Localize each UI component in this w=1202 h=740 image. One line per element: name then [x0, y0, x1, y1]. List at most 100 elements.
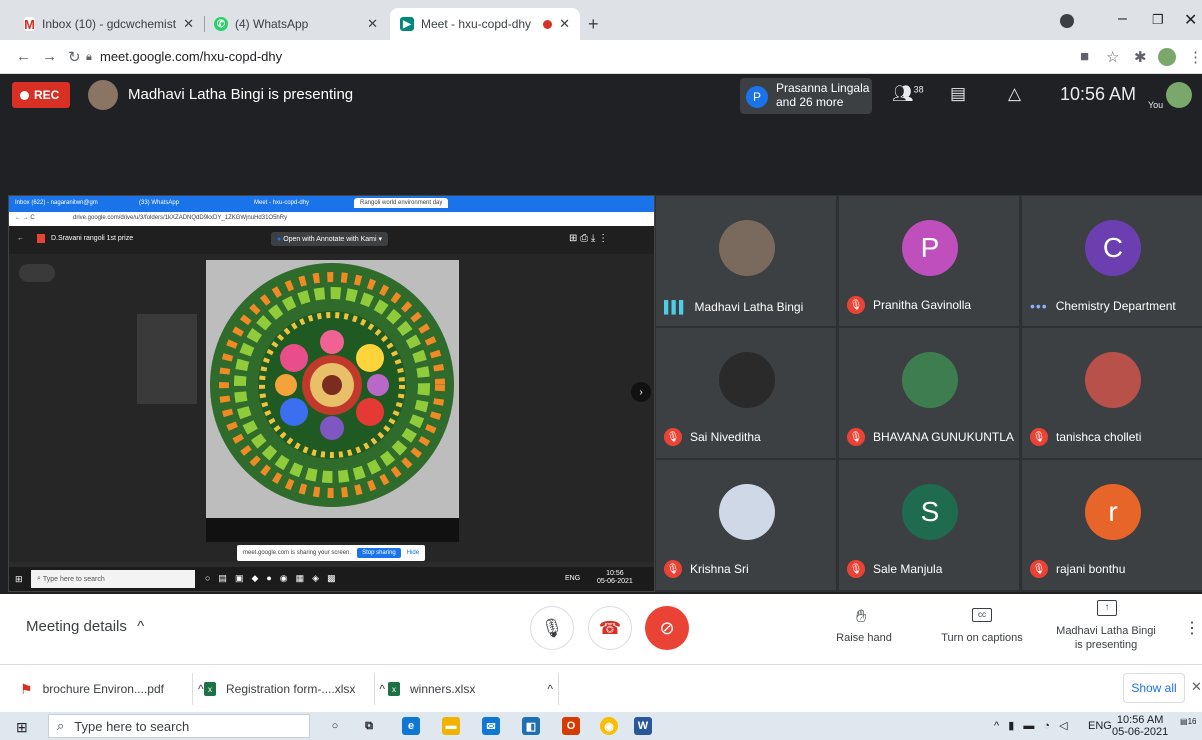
- search-icon: ⌕: [57, 718, 65, 733]
- people-icon[interactable]: 👥︎38: [892, 84, 924, 104]
- bookmark-star-icon[interactable]: ☆: [1106, 48, 1119, 66]
- chevron-up-icon[interactable]: ^: [547, 682, 553, 696]
- participant-tile[interactable]: P 🎙︎ Pranitha Gavinolla: [838, 195, 1020, 327]
- extensions-icon[interactable]: ✱: [1134, 48, 1147, 66]
- close-tab-icon[interactable]: ✕: [367, 16, 378, 32]
- chevron-up-icon[interactable]: ^: [379, 682, 385, 696]
- shared-taskbar-search: ⌕ Type here to search: [31, 570, 195, 588]
- input-language[interactable]: ENG: [1088, 720, 1112, 732]
- record-dot-icon: [20, 90, 29, 100]
- raise-hand-label[interactable]: Raise hand: [826, 632, 902, 644]
- taskbar-search-text: Type here to search: [74, 718, 190, 734]
- people-pill-line1: Prasanna Lingala: [776, 81, 870, 95]
- raise-hand-icon[interactable]: ✋︎: [856, 606, 866, 627]
- profile-avatar[interactable]: [1158, 48, 1176, 66]
- leave-call-button[interactable]: ☎︎: [588, 606, 632, 650]
- tab-whatsapp[interactable]: ✆ (4) WhatsApp ✕: [204, 8, 388, 40]
- close-tab-icon[interactable]: ✕: [183, 16, 194, 32]
- present-now-icon[interactable]: ↑: [1097, 600, 1117, 616]
- participant-tile[interactable]: 🎙︎ tanishca cholleti: [1021, 327, 1202, 459]
- participant-tile[interactable]: 🎙︎ Sai Niveditha: [655, 327, 837, 459]
- url-field[interactable]: meet.google.com/hxu-copd-dhy: [100, 49, 282, 64]
- taskbar-time: 10:56 AM: [1116, 714, 1164, 726]
- download-item[interactable]: x winners.xlsx ^: [388, 665, 553, 713]
- new-tab-button[interactable]: +: [588, 14, 599, 35]
- microphone-button[interactable]: 🎙︎: [530, 606, 574, 650]
- participant-tile[interactable]: S 🎙︎ Sale Manjula: [838, 459, 1020, 591]
- captions-label[interactable]: Turn on captions: [932, 632, 1032, 644]
- activities-icon[interactable]: △: [1008, 84, 1021, 104]
- you-label: You: [1148, 100, 1164, 110]
- cortana-icon[interactable]: ○: [326, 717, 344, 735]
- close-downloads-icon[interactable]: ✕: [1191, 679, 1202, 695]
- shared-viewer-bar: ← D.Sravani rangoli 1st prize ● Open wit…: [9, 226, 654, 254]
- close-tab-icon[interactable]: ✕: [559, 16, 570, 32]
- download-item[interactable]: ⚑ brochure Environ....pdf ^: [20, 665, 204, 713]
- shared-tab: Inbox (622) - nagaranitwn@gm: [15, 200, 98, 206]
- minimize-icon[interactable]: –: [1118, 10, 1127, 28]
- office-icon[interactable]: O: [562, 717, 580, 735]
- tab-meet[interactable]: ▶ Meet - hxu-copd-dhy ✕: [390, 8, 580, 40]
- open-with-label: Open with Annotate with Kami: [283, 236, 377, 243]
- forward-icon[interactable]: →: [42, 48, 57, 65]
- maximize-icon[interactable]: ❐: [1152, 12, 1164, 28]
- participant-count: 38: [913, 84, 924, 95]
- meeting-details-label: Meeting details: [26, 618, 127, 635]
- presenter-avatar: [88, 80, 118, 110]
- excel-icon: x: [388, 682, 400, 696]
- participant-tile[interactable]: 🎙︎ BHAVANA GUNUKUNTLA: [838, 327, 1020, 459]
- notification-center-icon[interactable]: ▤16: [1180, 717, 1196, 733]
- more-indicator-icon: •••: [1030, 298, 1048, 314]
- participant-tile[interactable]: r 🎙︎ rajani bonthu: [1021, 459, 1202, 591]
- participant-avatar: [719, 220, 775, 276]
- reload-icon[interactable]: ↻: [68, 48, 81, 66]
- camera-button[interactable]: ⊘: [645, 606, 689, 650]
- back-icon[interactable]: ←: [16, 48, 31, 65]
- presenting-status[interactable]: Madhavi Latha Bingi is presenting: [1048, 624, 1164, 652]
- download-name: Registration form-....xlsx: [226, 682, 356, 696]
- show-all-button[interactable]: Show all: [1123, 673, 1185, 703]
- chrome-icon[interactable]: ◉: [600, 717, 618, 735]
- rangoli-artwork: [206, 260, 459, 518]
- system-tray-icons[interactable]: ^ ▮ ▬ ◔ ◁: [994, 719, 1071, 732]
- close-window-icon[interactable]: ✕: [1184, 10, 1197, 30]
- presenting-text: Madhavi Latha Bingi is presenting: [128, 86, 354, 103]
- task-view-icon[interactable]: ⧉: [360, 717, 378, 735]
- edge-icon[interactable]: e: [402, 717, 420, 735]
- more-options-icon[interactable]: ⋮: [1184, 618, 1200, 638]
- rec-label: REC: [34, 88, 60, 102]
- chevron-up-icon[interactable]: ^: [198, 682, 204, 696]
- rangoli-image: [206, 260, 459, 518]
- participant-avatar: [719, 352, 775, 408]
- file-explorer-icon[interactable]: ▬: [442, 717, 460, 735]
- participant-name: Pranitha Gavinolla: [873, 298, 972, 312]
- participants-grid: ▌▌▌ Madhavi Latha Bingi P 🎙︎ Pranitha Gavino…: [655, 195, 1202, 592]
- people-pill-line2: and 26 more: [776, 95, 844, 109]
- store-icon[interactable]: ◧: [522, 717, 540, 735]
- tab-gmail[interactable]: M Inbox (10) - gdcwchemistrydeptt ✕: [14, 8, 204, 40]
- chat-icon[interactable]: ▤: [950, 84, 966, 104]
- shared-start-icon: ⊞: [15, 574, 23, 584]
- camera-indicator-icon[interactable]: ■: [1080, 48, 1089, 65]
- self-avatar[interactable]: [1166, 82, 1192, 108]
- word-icon[interactable]: W: [634, 717, 652, 735]
- download-item[interactable]: x Registration form-....xlsx ^: [204, 665, 385, 713]
- mail-icon[interactable]: ✉: [482, 717, 500, 735]
- captions-icon[interactable]: cc: [972, 608, 992, 622]
- participant-name-row: 🎙︎ Sai Niveditha: [664, 428, 761, 446]
- participant-tile[interactable]: 🎙︎ Krishna Sri: [655, 459, 837, 591]
- profile-icon[interactable]: [1060, 14, 1074, 28]
- taskbar-search[interactable]: ⌕ Type here to search: [48, 714, 310, 738]
- meeting-details-button[interactable]: Meeting details ^: [26, 618, 144, 635]
- participant-tile[interactable]: ▌▌▌ Madhavi Latha Bingi: [655, 195, 837, 327]
- taskbar-clock[interactable]: 10:56 AM 05-06-2021: [1112, 714, 1168, 738]
- people-pill[interactable]: P Prasanna Lingala and 26 more: [740, 78, 872, 114]
- participant-avatar: [719, 484, 775, 540]
- participant-tile[interactable]: C ••• Chemistry Department: [1021, 195, 1202, 327]
- open-with-button: ● Open with Annotate with Kami ▾: [271, 232, 389, 246]
- browser-tab-strip: M Inbox (10) - gdcwchemistrydeptt ✕ ✆ (4…: [0, 0, 1202, 40]
- menu-icon[interactable]: ⋮: [1188, 48, 1202, 66]
- windows-start-icon[interactable]: ⊞: [16, 719, 28, 736]
- participant-name-row: 🎙︎ Krishna Sri: [664, 560, 749, 578]
- shared-lang: ENG: [565, 575, 581, 582]
